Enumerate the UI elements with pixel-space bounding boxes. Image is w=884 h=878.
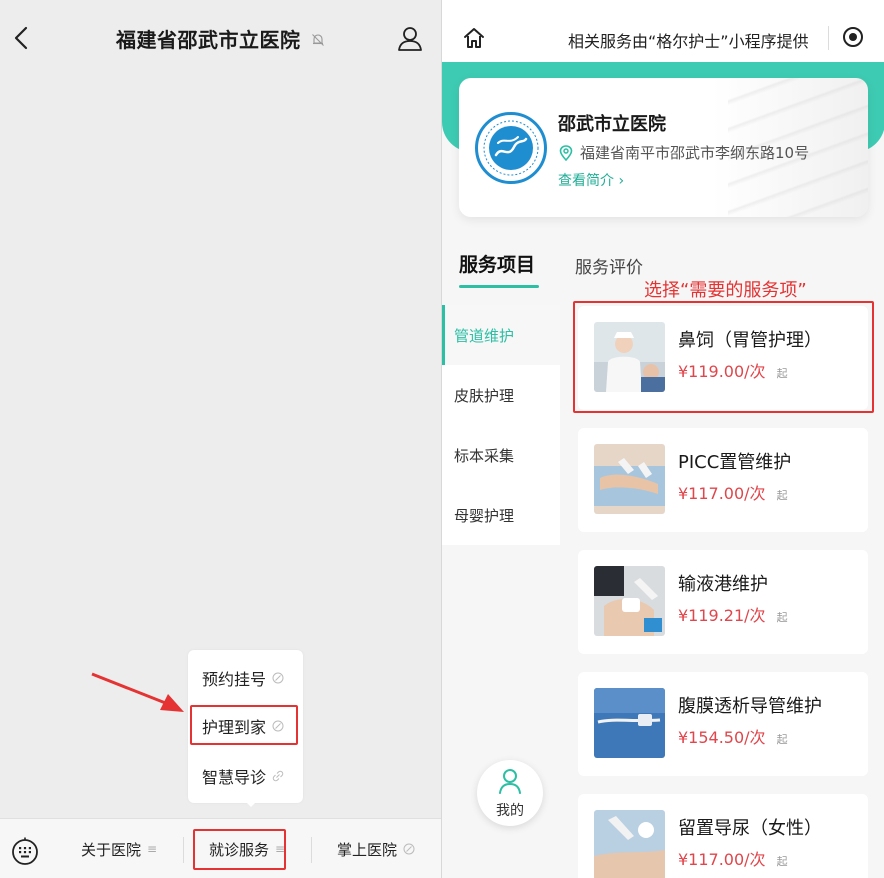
tab-service-items[interactable]: 服务项目 [459, 250, 535, 277]
service-name: 鼻饲（胃管护理） [678, 330, 822, 351]
service-price-suffix: 起 [776, 733, 788, 746]
service-price: ¥154.50/次 起 [678, 724, 788, 748]
annotation-arrow-icon [91, 672, 184, 712]
service-thumbnail [594, 688, 665, 758]
menu-item-home-nursing[interactable]: 护理到家 [188, 704, 303, 748]
service-price-value: ¥117.00/次 [678, 484, 766, 503]
service-name: 留置导尿（女性） [678, 818, 822, 839]
account-title-text: 福建省邵武市立医院 [116, 28, 301, 52]
category-maternal-infant[interactable]: 母婴护理 [442, 485, 560, 545]
keyboard-icon[interactable] [11, 837, 39, 865]
category-skin-care[interactable]: 皮肤护理 [442, 365, 560, 425]
hospital-name: 邵武市立医院 [558, 114, 666, 135]
hospital-logo-icon [480, 117, 542, 179]
account-header: 福建省邵武市立医院 [0, 0, 441, 78]
hospital-address-text: 福建省南平市邵武市李纲东路10号 [580, 144, 810, 162]
tab-service-reviews[interactable]: 服务评价 [575, 253, 643, 278]
service-thumbnail [594, 322, 665, 392]
hospital-address: 福建省南平市邵武市李纲东路10号 [558, 142, 809, 163]
service-thumbnail [594, 444, 665, 514]
service-price-value: ¥154.50/次 [678, 728, 766, 747]
hospital-card: 邵武市立医院 福建省南平市邵武市李纲东路10号 查看简介 › [459, 78, 868, 217]
menu-item-label: 护理到家 [202, 718, 267, 737]
service-price: ¥119.00/次 起 [678, 358, 788, 382]
popup-pointer [243, 799, 259, 807]
chevron-right-icon: › [618, 173, 625, 189]
view-intro-label: 查看简介 [558, 173, 614, 189]
wechat-account-panel: 福建省邵武市立医院 预约挂号 护理到家 智慧导诊 关于医院 ≡ 就诊服务 ≡ 掌… [0, 0, 441, 878]
service-card-port-maintenance[interactable]: 输液港维护 ¥119.21/次 起 [578, 550, 868, 654]
provider-notice: 相关服务由“格尔护士”小程序提供 [568, 32, 809, 51]
service-price-suffix: 起 [776, 611, 788, 624]
service-popup-menu: 预约挂号 护理到家 智慧导诊 [188, 650, 303, 803]
service-price: ¥119.21/次 起 [678, 602, 788, 626]
service-price: ¥117.00/次 起 [678, 846, 788, 870]
mute-bell-icon [312, 34, 324, 46]
link-icon [272, 770, 284, 782]
screenshot-root: 福建省邵武市立医院 预约挂号 护理到家 智慧导诊 关于医院 ≡ 就诊服务 ≡ 掌… [0, 0, 884, 878]
category-sidebar: 管道维护 皮肤护理 标本采集 母婴护理 [442, 305, 560, 545]
service-price-suffix: 起 [776, 367, 788, 380]
service-name: PICC置管维护 [678, 452, 792, 473]
service-card-urinary-catheter[interactable]: 留置导尿（女性） ¥117.00/次 起 [578, 794, 868, 878]
service-card-nasal-feeding[interactable]: 鼻饲（胃管护理） ¥119.00/次 起 [578, 306, 868, 410]
menu-item-label: 预约挂号 [202, 670, 267, 689]
my-profile-label: 我的 [496, 803, 524, 819]
user-icon [499, 769, 521, 794]
link-icon [403, 843, 415, 855]
tab-label: 就诊服务 [208, 840, 269, 859]
menu-item-smart-guide[interactable]: 智慧导诊 [188, 754, 303, 798]
account-title: 福建省邵武市立医院 [0, 24, 441, 53]
category-tube-care[interactable]: 管道维护 [442, 305, 560, 365]
menu-tab-about-hospital[interactable]: 关于医院 ≡ [55, 819, 183, 878]
submenu-icon: ≡ [274, 842, 286, 856]
catheter-photo-icon [594, 810, 665, 878]
service-price-value: ¥117.00/次 [678, 850, 766, 869]
nurse-photo-icon [594, 322, 665, 392]
location-pin-icon [559, 144, 573, 161]
service-price-value: ¥119.00/次 [678, 362, 766, 381]
service-card-peritoneal-dialysis[interactable]: 腹膜透析导管维护 ¥154.50/次 起 [578, 672, 868, 776]
service-name: 腹膜透析导管维护 [678, 696, 822, 717]
service-price-value: ¥119.21/次 [678, 606, 766, 625]
menu-item-label: 智慧导诊 [202, 768, 267, 787]
tab-label: 掌上医院 [336, 840, 397, 859]
infusion-port-photo-icon [594, 566, 665, 636]
home-icon[interactable] [462, 26, 486, 50]
menu-tab-visit-services[interactable]: 就诊服务 ≡ [183, 819, 311, 878]
close-miniprogram-icon[interactable] [842, 26, 864, 48]
service-thumbnail [594, 566, 665, 636]
link-icon [272, 672, 284, 684]
link-icon [272, 720, 284, 732]
hospital-logo [475, 112, 547, 184]
service-price: ¥117.00/次 起 [678, 480, 788, 504]
service-card-picc-maintenance[interactable]: PICC置管维护 ¥117.00/次 起 [578, 428, 868, 532]
mini-program-panel: 相关服务由“格尔护士”小程序提供 邵武市立医院 福建省南平市邵武市李纲东路10号… [441, 0, 884, 878]
submenu-icon: ≡ [146, 842, 158, 856]
service-thumbnail [594, 810, 665, 878]
service-name: 输液港维护 [678, 574, 768, 595]
category-specimen-collection[interactable]: 标本采集 [442, 425, 560, 485]
picc-photo-icon [594, 444, 665, 514]
profile-icon[interactable] [397, 26, 423, 52]
account-bottom-menu: 关于医院 ≡ 就诊服务 ≡ 掌上医院 [0, 818, 441, 878]
service-price-suffix: 起 [776, 489, 788, 502]
topbar-divider [828, 26, 829, 50]
menu-tab-mobile-hospital[interactable]: 掌上医院 [311, 819, 441, 878]
my-profile-button[interactable]: 我的 [477, 760, 543, 826]
tab-label: 关于医院 [80, 840, 141, 859]
annotation-text: 选择“需要的服务项” [644, 280, 807, 301]
menu-item-appointment[interactable]: 预约挂号 [188, 656, 303, 700]
view-intro-link[interactable]: 查看简介 › [558, 170, 624, 190]
service-price-suffix: 起 [776, 855, 788, 868]
active-tab-indicator [459, 285, 539, 288]
dialysis-photo-icon [594, 688, 665, 758]
